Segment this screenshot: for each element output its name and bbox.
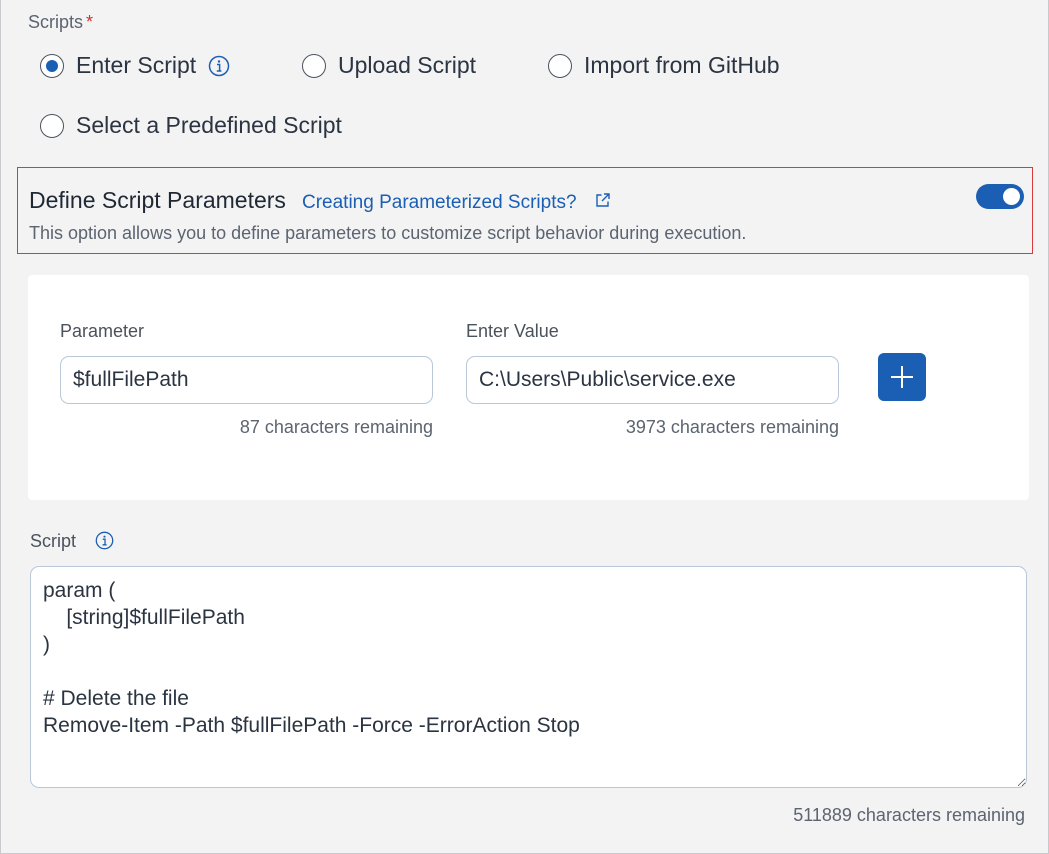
value-input[interactable] (466, 356, 839, 404)
define-parameters-toggle[interactable] (976, 184, 1024, 209)
radio-label: Import from GitHub (584, 52, 780, 78)
parameter-remaining: 87 characters remaining (239, 417, 433, 437)
radio-circle[interactable] (40, 113, 64, 138)
define-parameters-description: This option allows you to define paramet… (29, 223, 747, 243)
parameter-card: Parameter 87 characters remaining Enter … (28, 275, 1029, 500)
radio-label: Enter Script (76, 52, 197, 78)
radio-circle[interactable] (302, 53, 326, 78)
script-label: Script (30, 531, 77, 551)
scripts-label: Scripts * (28, 12, 94, 32)
radio-selected-dot (46, 59, 58, 72)
external-link-icon[interactable] (594, 191, 612, 214)
radio-import-github[interactable]: Import from GitHub (548, 52, 780, 79)
value-label: Enter Value (466, 321, 559, 341)
plus-icon (891, 366, 913, 388)
radio-enter-script[interactable]: Enter Script (40, 52, 230, 79)
radio-label: Select a Predefined Script (76, 112, 342, 138)
required-mark: * (86, 12, 94, 32)
radio-circle[interactable] (548, 53, 572, 78)
add-parameter-button[interactable] (878, 353, 926, 401)
parameter-label: Parameter (60, 321, 145, 341)
script-remaining: 511889 characters remaining (793, 805, 1025, 825)
radio-label: Upload Script (338, 52, 477, 78)
define-parameters-title: Define Script Parameters (29, 187, 286, 213)
radio-upload-script[interactable]: Upload Script (302, 52, 476, 79)
radio-predefined-script[interactable]: Select a Predefined Script (40, 112, 342, 139)
script-textarea[interactable]: param ( [string]$fullFilePath ) # Delete… (30, 566, 1027, 788)
info-icon[interactable] (208, 55, 230, 77)
value-remaining: 3973 characters remaining (625, 417, 839, 437)
form-panel: Scripts * Enter Script Upload Script Impo… (0, 0, 1049, 854)
toggle-knob (1003, 188, 1020, 205)
radio-circle[interactable] (40, 53, 64, 78)
define-parameters-section: Define Script Parameters Creating Parame… (17, 167, 1033, 254)
parameter-input[interactable] (60, 356, 433, 404)
info-icon[interactable] (95, 531, 114, 555)
parameterized-scripts-link[interactable]: Creating Parameterized Scripts? (302, 192, 577, 214)
